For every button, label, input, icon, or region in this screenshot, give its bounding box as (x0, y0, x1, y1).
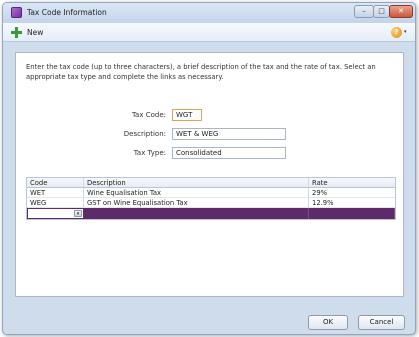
app-icon (11, 7, 22, 18)
table-row[interactable]: WET Wine Equalisation Tax 29% (27, 188, 395, 198)
new-row-code-combo[interactable]: ▾ (27, 208, 84, 219)
new-row-description-cell[interactable] (84, 208, 309, 219)
new-row-rate-cell[interactable] (309, 208, 395, 219)
title-bar[interactable]: Tax Code Information – □ ✕ (3, 3, 415, 23)
tax-type-input[interactable]: Consolidated (172, 147, 286, 159)
new-row[interactable]: ▾ (27, 208, 395, 219)
instructions-text: Enter the tax code (up to three characte… (26, 63, 376, 81)
help-dropdown-icon[interactable]: ▾ (404, 29, 407, 35)
tax-code-window: Tax Code Information – □ ✕ New ? ▾ Enter… (2, 2, 416, 335)
new-button[interactable]: New (11, 27, 43, 38)
plus-icon (11, 27, 22, 38)
cell-rate[interactable]: 12.9% (309, 198, 395, 207)
chevron-down-icon[interactable]: ▾ (74, 210, 82, 217)
new-button-label: New (27, 28, 44, 37)
maximize-button[interactable]: □ (373, 5, 390, 18)
tax-code-input[interactable]: WGT (172, 109, 202, 121)
description-label: Description: (123, 130, 166, 138)
column-header-rate[interactable]: Rate (309, 178, 395, 187)
close-button[interactable]: ✕ (389, 5, 413, 18)
window-title: Tax Code Information (27, 8, 107, 17)
toolbar: New ? ▾ (3, 23, 415, 42)
tax-links-grid: Code Description Rate WET Wine Equalisat… (26, 177, 396, 220)
cancel-button[interactable]: Cancel (358, 315, 405, 330)
table-row[interactable]: WEG GST on Wine Equalisation Tax 12.9% (27, 198, 395, 208)
minimize-button[interactable]: – (354, 5, 374, 18)
cell-rate[interactable]: 29% (309, 188, 395, 197)
cell-description[interactable]: Wine Equalisation Tax (84, 188, 309, 197)
cell-description[interactable]: GST on Wine Equalisation Tax (84, 198, 309, 207)
tax-code-label: Tax Code: (131, 111, 166, 119)
content-panel: Enter the tax code (up to three characte… (15, 52, 404, 297)
column-header-description[interactable]: Description (84, 178, 309, 187)
cell-code[interactable]: WEG (27, 198, 84, 207)
description-input[interactable]: WET & WEG (172, 128, 286, 140)
help-icon[interactable]: ? (391, 27, 402, 38)
grid-header-row: Code Description Rate (27, 178, 395, 188)
column-header-code[interactable]: Code (27, 178, 84, 187)
ok-button[interactable]: OK (308, 315, 348, 330)
cell-code[interactable]: WET (27, 188, 84, 197)
tax-type-label: Tax Type: (133, 149, 166, 157)
